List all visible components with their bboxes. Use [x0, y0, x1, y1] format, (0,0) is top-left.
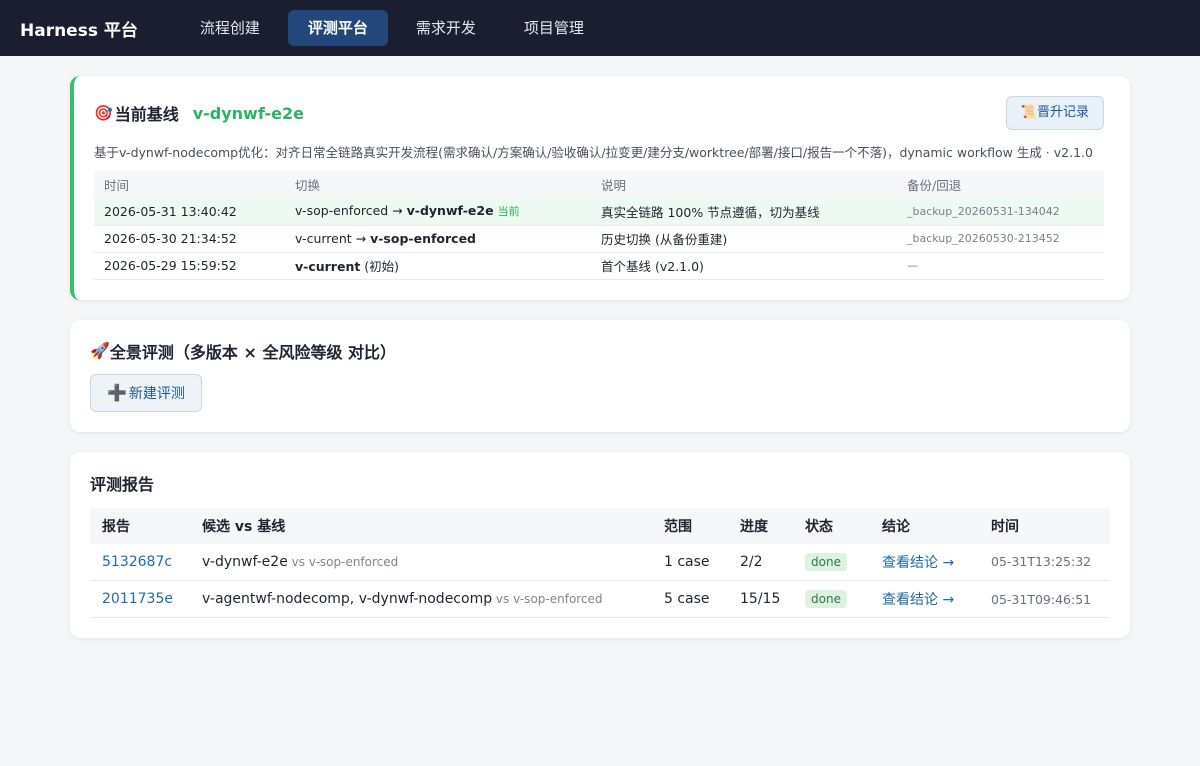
- new-eval-button[interactable]: ➕ 新建评测: [90, 373, 202, 412]
- col-status: 状态: [793, 507, 870, 544]
- rocket-icon: 🚀: [90, 341, 110, 360]
- history-header-row: 时间 切换 说明 备份/回退: [94, 171, 1104, 198]
- top-nav-bar: Harness 平台 流程创建 评测平台 需求开发 项目管理: [0, 0, 1200, 56]
- baseline-version: v-dynwf-e2e: [192, 103, 304, 123]
- report-row: 5132687c v-dynwf-e2e vs v-sop-enforced 1…: [90, 543, 1110, 581]
- scroll-icon: 📜: [1020, 105, 1037, 120]
- current-baseline-card: 🎯 当前基线 v-dynwf-e2e 📜晋升记录 基于v-dynwf-nodec…: [70, 76, 1130, 300]
- baseline-header: 🎯 当前基线 v-dynwf-e2e 📜晋升记录: [94, 96, 1104, 130]
- brand-logo[interactable]: Harness 平台: [20, 16, 138, 41]
- current-tag: 当前: [497, 205, 520, 219]
- history-backup: _backup_20260530-213452: [897, 225, 1104, 253]
- tab-requirement-dev[interactable]: 需求开发: [396, 10, 496, 46]
- view-conclusion-link[interactable]: 查看结论 →: [870, 543, 979, 581]
- main-content: 🎯 当前基线 v-dynwf-e2e 📜晋升记录 基于v-dynwf-nodec…: [70, 76, 1130, 638]
- history-time: 2026-05-31 13:40:42: [94, 198, 285, 226]
- history-row: 2026-05-30 21:34:52 v-current → v-sop-en…: [94, 225, 1104, 253]
- view-conclusion-link[interactable]: 查看结论 →: [870, 580, 979, 618]
- panorama-eval-card: 🚀 全景评测（多版本 × 全风险等级 对比） ➕ 新建评测: [70, 319, 1130, 432]
- col-scope: 范围: [652, 507, 728, 544]
- report-id-link[interactable]: 5132687c: [90, 543, 190, 581]
- switch-arrow: →: [351, 231, 371, 246]
- history-switch: v-current (初始): [285, 252, 591, 280]
- history-time: 2026-05-30 21:34:52: [94, 225, 285, 253]
- status-badge: done: [805, 552, 847, 571]
- plus-icon: ➕: [107, 383, 127, 402]
- report-status: done: [793, 580, 870, 618]
- candidate-name: v-dynwf-e2e: [202, 553, 288, 570]
- eval-reports-card: 评测报告 报告 候选 vs 基线 范围 进度 状态 结论 时间 5132687c…: [70, 451, 1130, 638]
- report-time: 05-31T13:25:32: [979, 543, 1110, 581]
- baseline-title: 🎯 当前基线 v-dynwf-e2e: [94, 101, 304, 125]
- report-time: 05-31T09:46:51: [979, 580, 1110, 618]
- candidate-name: v-agentwf-nodecomp, v-dynwf-nodecomp: [202, 591, 493, 607]
- switch-to: v-dynwf-e2e: [406, 203, 494, 219]
- target-icon: 🎯: [94, 104, 113, 122]
- switch-suffix: (初始): [360, 259, 400, 274]
- report-candidate: v-agentwf-nodecomp, v-dynwf-nodecomp vs …: [190, 580, 652, 618]
- baseline-history-table: 时间 切换 说明 备份/回退 2026-05-31 13:40:42 v-sop…: [94, 171, 1104, 280]
- report-status: done: [793, 543, 870, 581]
- reports-header-row: 报告 候选 vs 基线 范围 进度 状态 结论 时间: [90, 507, 1110, 544]
- switch-to: v-current: [295, 259, 361, 274]
- history-col-note: 说明: [591, 171, 897, 198]
- report-progress: 2/2: [728, 543, 793, 581]
- vs-baseline: vs v-sop-enforced: [287, 554, 399, 569]
- switch-arrow: →: [388, 203, 407, 219]
- report-scope: 1 case: [652, 543, 728, 581]
- tab-flow-create[interactable]: 流程创建: [180, 10, 280, 46]
- baseline-label: 当前基线: [114, 105, 179, 124]
- history-row: 2026-05-31 13:40:42 v-sop-enforced → v-d…: [94, 198, 1104, 226]
- switch-to: v-sop-enforced: [370, 231, 476, 246]
- history-col-switch: 切换: [285, 171, 591, 198]
- report-row: 2011735e v-agentwf-nodecomp, v-dynwf-nod…: [90, 580, 1110, 618]
- panorama-title: 🚀 全景评测（多版本 × 全风险等级 对比）: [90, 340, 1110, 362]
- status-badge: done: [805, 590, 847, 608]
- promotion-history-label: 晋升记录: [1036, 105, 1089, 120]
- history-row: 2026-05-29 15:59:52 v-current (初始) 首个基线 …: [94, 252, 1104, 280]
- history-col-backup: 备份/回退: [897, 171, 1104, 198]
- reports-title: 评测报告: [90, 474, 155, 494]
- switch-from: v-sop-enforced: [295, 203, 389, 219]
- history-col-time: 时间: [94, 171, 285, 198]
- promotion-history-button[interactable]: 📜晋升记录: [1005, 96, 1104, 130]
- tab-project-management[interactable]: 项目管理: [504, 10, 604, 46]
- report-progress: 15/15: [728, 580, 793, 618]
- report-scope: 5 case: [652, 580, 728, 618]
- col-candidate: 候选 vs 基线: [190, 507, 652, 544]
- col-report: 报告: [90, 507, 190, 544]
- col-time: 时间: [979, 507, 1110, 544]
- new-eval-label: 新建评测: [128, 385, 185, 402]
- history-note: 真实全链路 100% 节点遵循，切为基线: [591, 198, 897, 226]
- history-backup: —: [897, 252, 1104, 280]
- col-progress: 进度: [728, 507, 793, 544]
- vs-baseline: vs v-sop-enforced: [492, 592, 603, 606]
- report-id-link[interactable]: 2011735e: [90, 580, 190, 618]
- baseline-description: 基于v-dynwf-nodecomp优化：对齐日常全链路真实开发流程(需求确认/…: [94, 145, 1093, 160]
- history-switch: v-current → v-sop-enforced: [285, 225, 591, 253]
- col-conclusion: 结论: [870, 507, 979, 544]
- history-time: 2026-05-29 15:59:52: [94, 252, 285, 280]
- panorama-title-text: 全景评测（多版本 × 全风险等级 对比）: [109, 342, 397, 362]
- history-backup: _backup_20260531-134042: [897, 198, 1104, 226]
- history-note: 首个基线 (v2.1.0): [591, 252, 897, 280]
- report-candidate: v-dynwf-e2e vs v-sop-enforced: [190, 543, 652, 581]
- history-note: 历史切换 (从备份重建): [591, 225, 897, 253]
- switch-from: v-current: [295, 231, 352, 246]
- tab-eval-platform[interactable]: 评测平台: [287, 10, 388, 46]
- reports-table: 报告 候选 vs 基线 范围 进度 状态 结论 时间 5132687c v-dy…: [90, 507, 1110, 618]
- history-switch: v-sop-enforced → v-dynwf-e2e 当前: [285, 198, 591, 226]
